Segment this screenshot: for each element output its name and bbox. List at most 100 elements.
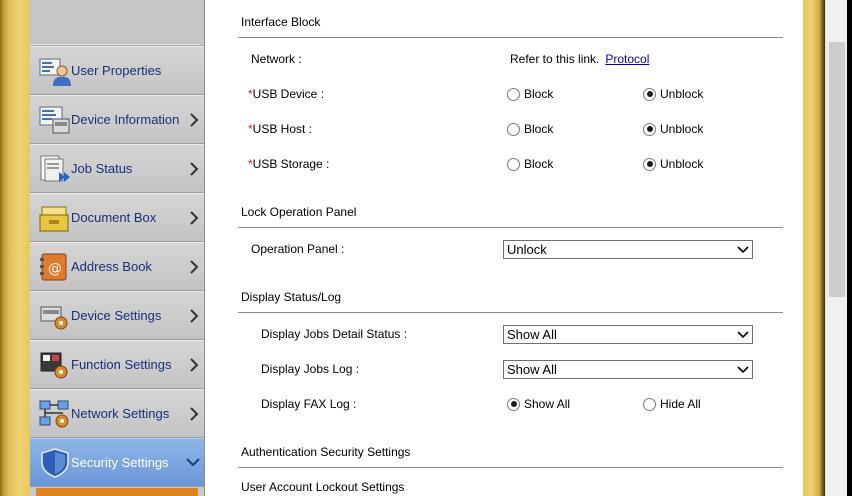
usb-storage-block-radio[interactable]: Block [507, 157, 553, 171]
fax-log-show-all-radio[interactable]: Show All [507, 397, 570, 411]
chevron-right-icon [190, 358, 199, 372]
sidebar-item-label: Document Box [71, 210, 157, 225]
section-divider [238, 467, 783, 468]
address-book-icon: @ [40, 253, 67, 281]
sidebar-item-security-settings[interactable]: Security Settings [30, 438, 205, 487]
sidebar-item-network-settings[interactable]: Network Settings [30, 389, 205, 438]
usb-host-label-text: USB Host : [252, 122, 313, 136]
sidebar-item-label: Security Settings [71, 455, 169, 470]
chevron-down-icon [737, 246, 749, 254]
display-jobs-log-label: Display Jobs Log : [261, 362, 360, 376]
window-frame-right [803, 0, 825, 496]
radio-off-icon [507, 157, 520, 171]
display-jobs-detail-label: Display Jobs Detail Status : [261, 327, 408, 341]
window-edge [847, 0, 852, 496]
sidebar-item-job-status[interactable]: Job Status [30, 144, 205, 193]
radio-off-icon [643, 397, 656, 411]
usb-device-label: *USB Device : [248, 87, 324, 101]
radio-off-icon [507, 122, 520, 136]
radio-label: Block [524, 122, 554, 136]
network-refer-label: Refer to this link. [510, 52, 600, 66]
sidebar-header [30, 0, 205, 46]
sidebar: User Properties Device Information Job S… [30, 0, 205, 496]
operation-panel-label: Operation Panel : [251, 242, 345, 256]
radio-on-icon [643, 157, 656, 171]
sidebar-item-user-properties[interactable]: User Properties [30, 46, 205, 95]
fax-log-hide-all-radio[interactable]: Hide All [643, 397, 701, 411]
operation-panel-select[interactable]: Unlock [503, 240, 753, 259]
security-submenu-item[interactable] [36, 488, 198, 496]
radio-on-icon [643, 87, 656, 101]
section-title-user-account-lockout: User Account Lockout Settings [241, 480, 405, 494]
usb-device-label-text: USB Device : [252, 87, 325, 101]
scrollbar-thumb[interactable] [829, 42, 845, 297]
sidebar-item-label: Address Book [71, 259, 152, 274]
user-properties-icon [39, 58, 71, 86]
radio-label: Show All [524, 397, 571, 411]
device-settings-icon [40, 306, 68, 330]
sidebar-item-function-settings[interactable]: Function Settings [30, 340, 205, 389]
radio-label: Unblock [660, 87, 704, 101]
chevron-right-icon [190, 260, 199, 274]
radio-label: Unblock [660, 157, 704, 171]
usb-device-unblock-radio[interactable]: Unblock [643, 87, 703, 101]
chevron-down-icon [186, 458, 200, 467]
device-information-icon [39, 106, 70, 134]
chevron-right-icon [190, 162, 199, 176]
svg-text:@: @ [48, 261, 62, 277]
network-settings-icon [39, 400, 69, 428]
sidebar-item-label: Function Settings [71, 357, 172, 372]
chevron-right-icon [190, 211, 199, 225]
radio-on-icon [507, 397, 520, 411]
section-title-display-status-log: Display Status/Log [241, 290, 342, 304]
job-status-icon [40, 155, 70, 182]
sidebar-item-address-book[interactable]: @ Address Book [30, 242, 205, 291]
chevron-right-icon [190, 407, 199, 421]
sidebar-item-device-information[interactable]: Device Information [30, 95, 205, 144]
usb-host-label: *USB Host : [248, 122, 312, 136]
sidebar-item-label: Network Settings [71, 406, 170, 421]
section-title-authentication-security: Authentication Security Settings [241, 445, 411, 459]
chevron-down-icon [737, 366, 749, 374]
usb-storage-label-text: USB Storage : [252, 157, 330, 171]
function-settings-icon [40, 352, 68, 379]
radio-label: Hide All [660, 397, 701, 411]
usb-host-block-radio[interactable]: Block [507, 122, 553, 136]
section-divider [238, 312, 783, 313]
sidebar-item-label: Job Status [71, 161, 133, 176]
usb-storage-label: *USB Storage : [248, 157, 329, 171]
sidebar-item-document-box[interactable]: Document Box [30, 193, 205, 242]
sidebar-item-label: Device Settings [71, 308, 162, 323]
main-content: Interface Block Network : Refer to this … [205, 0, 803, 496]
chevron-down-icon [737, 331, 749, 339]
select-value: Show All [507, 362, 557, 377]
window-frame-left [0, 0, 30, 496]
select-value: Show All [507, 327, 557, 342]
section-divider [238, 227, 783, 228]
vertical-scrollbar[interactable] [825, 0, 847, 496]
usb-host-unblock-radio[interactable]: Unblock [643, 122, 703, 136]
section-divider [238, 37, 783, 38]
usb-device-block-radio[interactable]: Block [507, 87, 553, 101]
section-title-lock-operation-panel: Lock Operation Panel [241, 205, 357, 219]
display-fax-log-label: Display FAX Log : [261, 397, 357, 411]
radio-label: Block [524, 87, 554, 101]
select-value: Unlock [507, 242, 547, 257]
sidebar-item-label: Device Information [71, 112, 180, 127]
radio-off-icon [507, 87, 520, 101]
protocol-link[interactable]: Protocol [605, 52, 649, 66]
sidebar-item-device-settings[interactable]: Device Settings [30, 291, 205, 340]
radio-label: Block [524, 157, 554, 171]
chevron-right-icon [190, 309, 199, 323]
usb-storage-unblock-radio[interactable]: Unblock [643, 157, 703, 171]
security-settings-icon [41, 448, 69, 478]
radio-label: Unblock [660, 122, 704, 136]
display-jobs-log-select[interactable]: Show All [503, 360, 753, 379]
network-label: Network : [251, 52, 302, 66]
network-refer-text: Refer to this link. Protocol [510, 52, 649, 66]
sidebar-item-label: User Properties [71, 63, 162, 78]
section-title-interface-block: Interface Block [241, 15, 321, 29]
chevron-right-icon [190, 113, 199, 127]
display-jobs-detail-select[interactable]: Show All [503, 325, 753, 344]
document-box-icon [39, 206, 69, 232]
